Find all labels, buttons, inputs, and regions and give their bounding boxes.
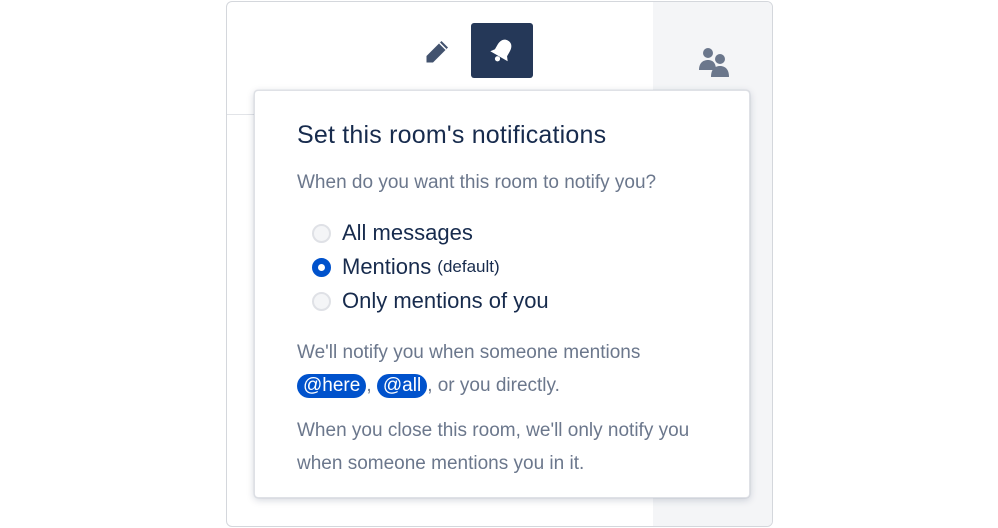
option-label: Only mentions of you: [342, 288, 549, 313]
pencil-icon: [426, 41, 448, 63]
edit-room-button[interactable]: [420, 32, 454, 72]
notifications-button[interactable]: [471, 23, 533, 78]
radio-all-messages[interactable]: [312, 223, 331, 243]
people-icon[interactable]: [696, 44, 732, 80]
notify-text-pre: We'll notify you when someone mentions: [297, 342, 641, 363]
option-mentions[interactable]: Mentions (default): [297, 250, 707, 284]
radio-mentions[interactable]: [312, 257, 331, 277]
mention-all-chip: @all: [376, 374, 428, 398]
header-divider: [227, 114, 257, 115]
closed-room-explanation: When you close this room, we'll only not…: [297, 420, 690, 474]
popover-question: When do you want this room to notify you…: [297, 172, 657, 193]
bell-icon: [490, 39, 512, 61]
separator-comma: ,: [366, 375, 372, 396]
option-label: Mentions: [342, 254, 432, 279]
notify-explanation: We'll notify you when someone mentions @…: [297, 336, 707, 402]
notification-options: All messages Mentions (default) Only men…: [297, 216, 707, 318]
option-default-note: (default): [437, 257, 500, 276]
mention-here-chip: @here: [297, 374, 367, 398]
popover-title: Set this room's notifications: [297, 121, 607, 149]
option-only-mentions[interactable]: Only mentions of you: [297, 284, 707, 318]
notify-text-post: , or you directly.: [427, 375, 560, 396]
option-label: All messages: [342, 220, 473, 245]
radio-only-mentions[interactable]: [312, 291, 331, 311]
option-all-messages[interactable]: All messages: [297, 216, 707, 250]
notifications-popover: Set this room's notifications When do yo…: [254, 90, 750, 498]
